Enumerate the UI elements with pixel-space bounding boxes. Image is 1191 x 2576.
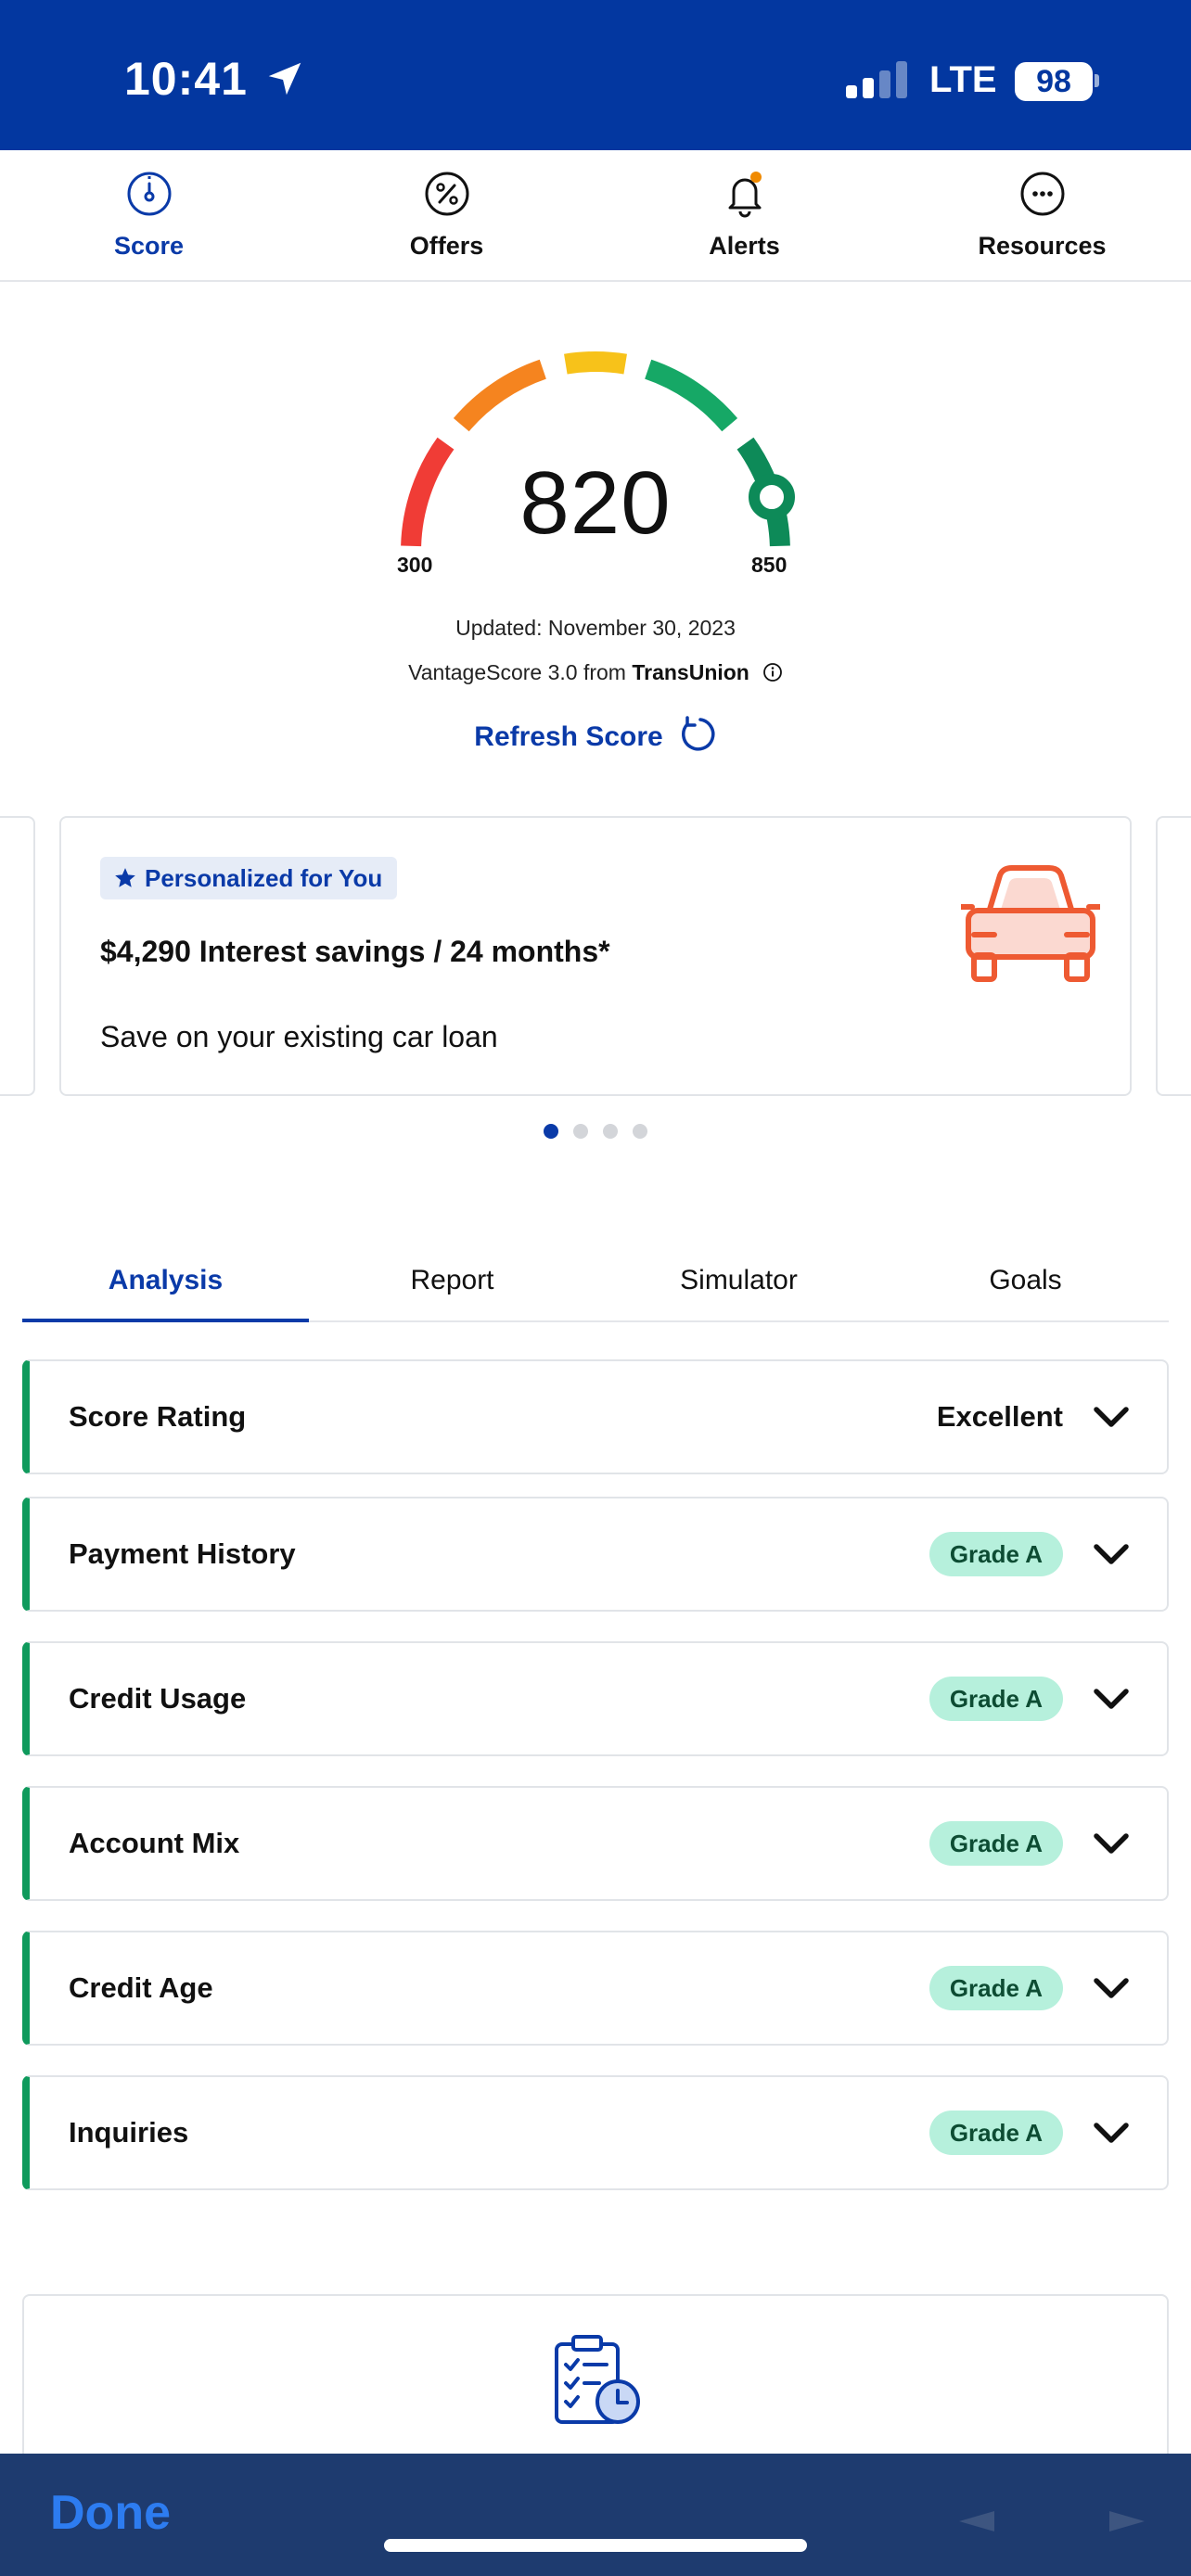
carousel-dot[interactable] [633,1124,647,1139]
refresh-icon [681,716,715,751]
done-button[interactable]: Done [50,2485,171,2541]
factor-label: Account Mix [69,1827,240,1859]
nav-item-score[interactable]: Score [0,150,298,280]
offer-subtitle: Save on your existing car loan [100,1020,498,1053]
gauge-min-label: 300 [397,553,433,577]
offer-title: $4,290 Interest savings / 24 months* [100,935,610,968]
credit-score-value: 820 [519,453,672,553]
tab-simulator[interactable]: Simulator [596,1248,882,1320]
carousel-pagination [0,1124,1191,1139]
forward-arrow-icon[interactable] [1109,2511,1145,2531]
battery-icon: 98 [1015,62,1093,101]
score-source-bureau: TransUnion [632,660,749,684]
factor-label: Payment History [69,1537,296,1570]
nav-label-offers: Offers [409,232,484,260]
grade-badge: Grade A [928,2111,1063,2155]
location-arrow-icon [268,62,301,96]
grade-badge: Grade A [928,1677,1063,1721]
nav-item-resources[interactable]: Resources [893,150,1191,280]
personalized-badge: Personalized for You [100,857,398,899]
battery-nub [1095,74,1099,87]
nav-item-offers[interactable]: Offers [298,150,596,280]
carousel-next-card[interactable] [1156,816,1191,1096]
gauge-segment-orange [453,359,547,432]
bell-icon [728,172,762,218]
factor-label: Score Rating [69,1400,247,1433]
chevron-down-icon [1094,1689,1129,1709]
score-source: VantageScore 3.0 from TransUnion [0,660,1191,685]
score-updated-date: Updated: November 30, 2023 [455,616,736,640]
factor-label: Inquiries [69,2116,189,2149]
chevron-down-icon [1094,1544,1129,1564]
factor-value: Excellent [936,1400,1063,1433]
refresh-score-button[interactable]: Refresh Score [0,714,1191,755]
carousel-prev-card[interactable] [0,816,35,1096]
carousel-dot[interactable] [573,1124,588,1139]
refresh-score-label: Refresh Score [474,721,663,752]
gauge-segment-green [644,359,738,432]
tab-goals[interactable]: Goals [882,1248,1169,1320]
carousel-dot[interactable] [544,1124,558,1139]
top-nav: Score Offers Alerts Resources [0,150,1191,282]
score-source-model: VantageScore 3.0 from [408,660,633,684]
more-icon [1020,172,1064,216]
percent-icon [425,172,468,216]
factor-row-credit-age[interactable]: Credit Age Grade A [22,1931,1169,2046]
signal-strength-icon [846,61,907,98]
chevron-down-icon [1094,1978,1129,1998]
tab-analysis[interactable]: Analysis [22,1248,309,1322]
clipboard-clock-icon [555,2335,640,2424]
info-icon[interactable] [762,662,783,682]
grade-badge: Grade A [928,1966,1063,2010]
score-factors-list: Score Rating Excellent Payment History G… [22,1359,1169,2220]
car-icon [961,865,1100,982]
analysis-tabs: Analysis Report Simulator Goals [22,1248,1169,1322]
factor-row-payment-history[interactable]: Payment History Grade A [22,1497,1169,1612]
nav-label-alerts: Alerts [709,232,780,260]
browser-bottom-bar: Done [0,2454,1191,2576]
status-time: 10:41 [124,53,248,105]
back-arrow-icon[interactable] [959,2511,994,2531]
offer-card[interactable]: Personalized for You $4,290 Interest sav… [59,816,1132,1096]
nav-label-resources: Resources [978,232,1107,260]
gauge-max-label: 850 [751,553,788,577]
personalized-badge-label: Personalized for You [145,864,383,892]
chevron-down-icon [1094,1833,1129,1854]
gauge-icon [127,172,171,216]
home-indicator[interactable] [384,2539,807,2552]
factor-row-inquiries[interactable]: Inquiries Grade A [22,2075,1169,2190]
carousel-dot[interactable] [603,1124,618,1139]
status-bar: 10:41 LTE 98 [0,0,1191,150]
factor-label: Credit Usage [69,1682,247,1715]
network-type: LTE [929,59,997,100]
nav-item-alerts[interactable]: Alerts [596,150,893,280]
factor-label: Credit Age [69,1971,213,2004]
grade-badge: Grade A [928,1532,1063,1576]
factor-row-score-rating[interactable]: Score Rating Excellent [22,1359,1169,1474]
gauge-segment-yellow [564,351,627,375]
nav-label-score: Score [113,232,185,260]
star-icon [115,868,135,887]
grade-badge: Grade A [928,1821,1063,1866]
chevron-down-icon [1094,1407,1129,1427]
chevron-down-icon [1094,2123,1129,2143]
factor-row-credit-usage[interactable]: Credit Usage Grade A [22,1641,1169,1756]
factor-row-account-mix[interactable]: Account Mix Grade A [22,1786,1169,1901]
tab-report[interactable]: Report [309,1248,596,1320]
